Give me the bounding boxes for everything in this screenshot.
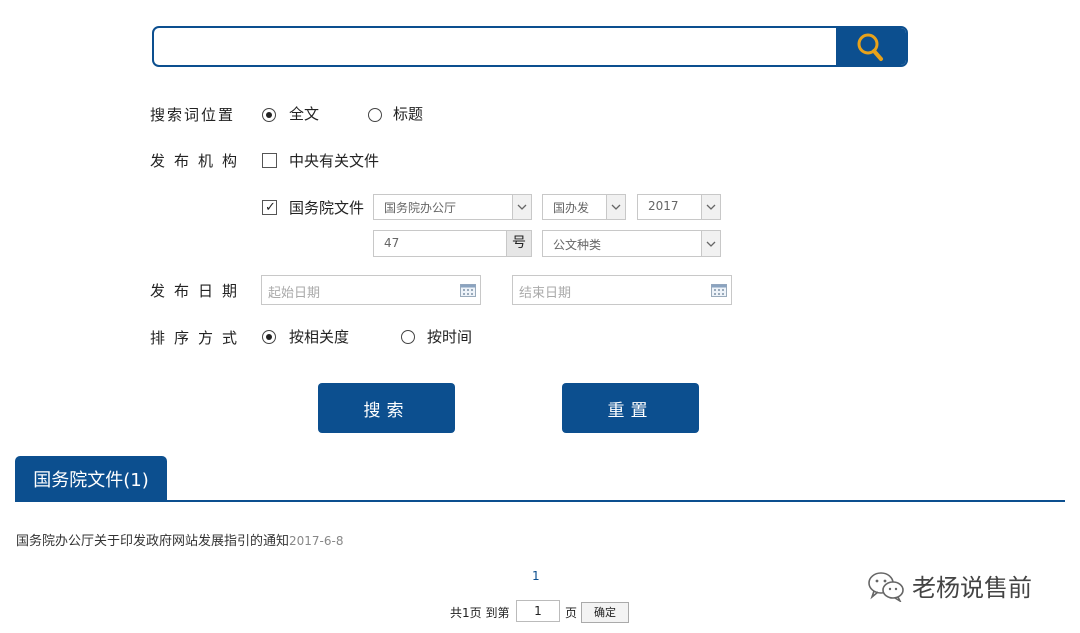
checkbox-state-council-label[interactable]: 国务院文件 [289, 198, 364, 218]
wechat-icon [868, 571, 904, 602]
year-value: 2017 [648, 199, 679, 213]
org-label: 发布机构 [150, 152, 247, 170]
search-button[interactable]: 搜索 [318, 383, 455, 433]
watermark: 老杨说售前 [866, 568, 1032, 603]
doc-type-select[interactable]: 公文种类 [542, 230, 721, 257]
chevron-down-icon [606, 195, 625, 219]
check-icon: ✓ [265, 200, 276, 215]
doc-number-value: 47 [384, 236, 400, 250]
result-date: 2017-6-8 [289, 534, 344, 548]
radio-fulltext[interactable] [262, 108, 276, 122]
search-input[interactable] [154, 28, 836, 65]
dept-select[interactable]: 国务院办公厅 [373, 194, 532, 220]
year-select[interactable]: 2017 [637, 194, 721, 220]
watermark-text: 老杨说售前 [912, 574, 1032, 602]
search-bar [152, 26, 908, 67]
dept-select-value: 国务院办公厅 [384, 201, 457, 215]
sort-label: 排序方式 [150, 329, 247, 347]
result-title-link[interactable]: 国务院办公厅关于印发政府网站发展指引的通知 [16, 534, 289, 549]
pager-page-suffix: 页 [565, 606, 578, 620]
start-date-placeholder: 起始日期 [268, 286, 321, 301]
doc-type-value: 公文种类 [553, 238, 602, 252]
chevron-down-icon [701, 231, 720, 256]
tab-state-council-docs[interactable]: 国务院文件(1) [15, 456, 167, 502]
end-date-input[interactable]: 结束日期 [512, 275, 732, 305]
radio-fulltext-label[interactable]: 全文 [289, 104, 319, 124]
goto-page-input[interactable]: 1 [516, 600, 560, 622]
search-icon-button[interactable] [836, 28, 906, 65]
doc-prefix-value: 国办发 [553, 201, 590, 215]
checkbox-state-council[interactable]: ✓ [262, 200, 277, 215]
number-suffix: 号 [506, 231, 531, 256]
tab-divider [15, 500, 1065, 502]
radio-relevance[interactable] [262, 330, 276, 344]
start-date-input[interactable]: 起始日期 [261, 275, 481, 305]
calendar-icon[interactable] [460, 284, 476, 297]
doc-number-input[interactable]: 47 号 [373, 230, 532, 257]
chevron-down-icon [512, 195, 531, 219]
radio-title-label[interactable]: 标题 [393, 104, 423, 124]
chevron-down-icon [701, 195, 720, 219]
goto-confirm-button[interactable]: 确定 [581, 602, 629, 623]
calendar-icon[interactable] [711, 284, 727, 297]
date-label: 发布日期 [150, 282, 247, 300]
radio-relevance-label[interactable]: 按相关度 [289, 327, 349, 347]
page-link-current[interactable]: 1 [532, 569, 540, 583]
position-label: 搜索词位置 [150, 106, 236, 124]
checkbox-central-label[interactable]: 中央有关文件 [289, 151, 379, 171]
doc-prefix-select[interactable]: 国办发 [542, 194, 626, 220]
radio-title[interactable] [368, 108, 382, 122]
pager-total-text: 共1页 到第 [450, 606, 510, 620]
search-icon [857, 33, 883, 61]
radio-time[interactable] [401, 330, 415, 344]
end-date-placeholder: 结束日期 [519, 286, 572, 301]
radio-time-label[interactable]: 按时间 [427, 327, 472, 347]
list-item[interactable]: 国务院办公厅关于印发政府网站发展指引的通知2017-6-8 [16, 530, 343, 549]
checkbox-central[interactable] [262, 153, 277, 168]
reset-button[interactable]: 重置 [562, 383, 699, 433]
